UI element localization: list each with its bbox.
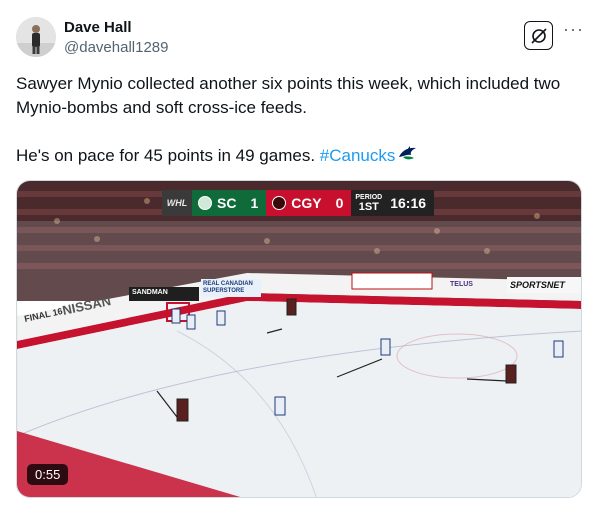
author-handle[interactable]: @davehall1289 — [64, 39, 168, 57]
hashtag-link[interactable]: #Canucks — [320, 146, 396, 165]
author-name[interactable]: Dave Hall — [64, 19, 132, 37]
period: PERIOD 1ST — [351, 190, 387, 216]
tweet-paragraph-2: He's on pace for 45 points in 49 games. … — [16, 144, 576, 169]
avatar[interactable] — [16, 17, 56, 57]
league-logo: WHL — [162, 190, 192, 216]
scorebug: WHL SC 1 CGY 0 PERIOD 1ST 16:16 — [162, 190, 435, 216]
hockey-scene — [17, 181, 581, 497]
sc-logo-icon — [198, 196, 212, 210]
team2-score: 0 — [327, 190, 352, 216]
tweet-paragraph-1: Sawyer Mynio collected another six point… — [16, 74, 561, 117]
canucks-orca-icon — [397, 144, 419, 169]
team1-score: 1 — [242, 190, 267, 216]
tweet-text: Sawyer Mynio collected another six point… — [16, 72, 576, 169]
team2: CGY — [266, 190, 328, 216]
team1-name: SC — [217, 195, 237, 211]
grok-icon[interactable] — [524, 21, 553, 50]
board-ad-superstore: REAL CANADIAN SUPERSTORE — [203, 281, 253, 294]
video-player[interactable] — [16, 180, 582, 498]
video-duration: 0:55 — [27, 464, 69, 485]
tweet-paragraph-2-text: He's on pace for 45 points in 49 games. — [16, 146, 320, 165]
board-ad-sportsnet: SPORTSNET — [510, 280, 565, 290]
board-ad-telus: TELUS — [450, 281, 473, 288]
more-icon[interactable]: ··· — [563, 20, 584, 38]
board-ad-sandman: SANDMAN — [132, 289, 168, 296]
team2-name: CGY — [291, 195, 322, 211]
cgy-logo-icon — [272, 196, 287, 210]
period-value: 1ST — [358, 200, 379, 213]
team1: SC — [192, 190, 243, 216]
game-clock: 16:16 — [386, 190, 435, 216]
